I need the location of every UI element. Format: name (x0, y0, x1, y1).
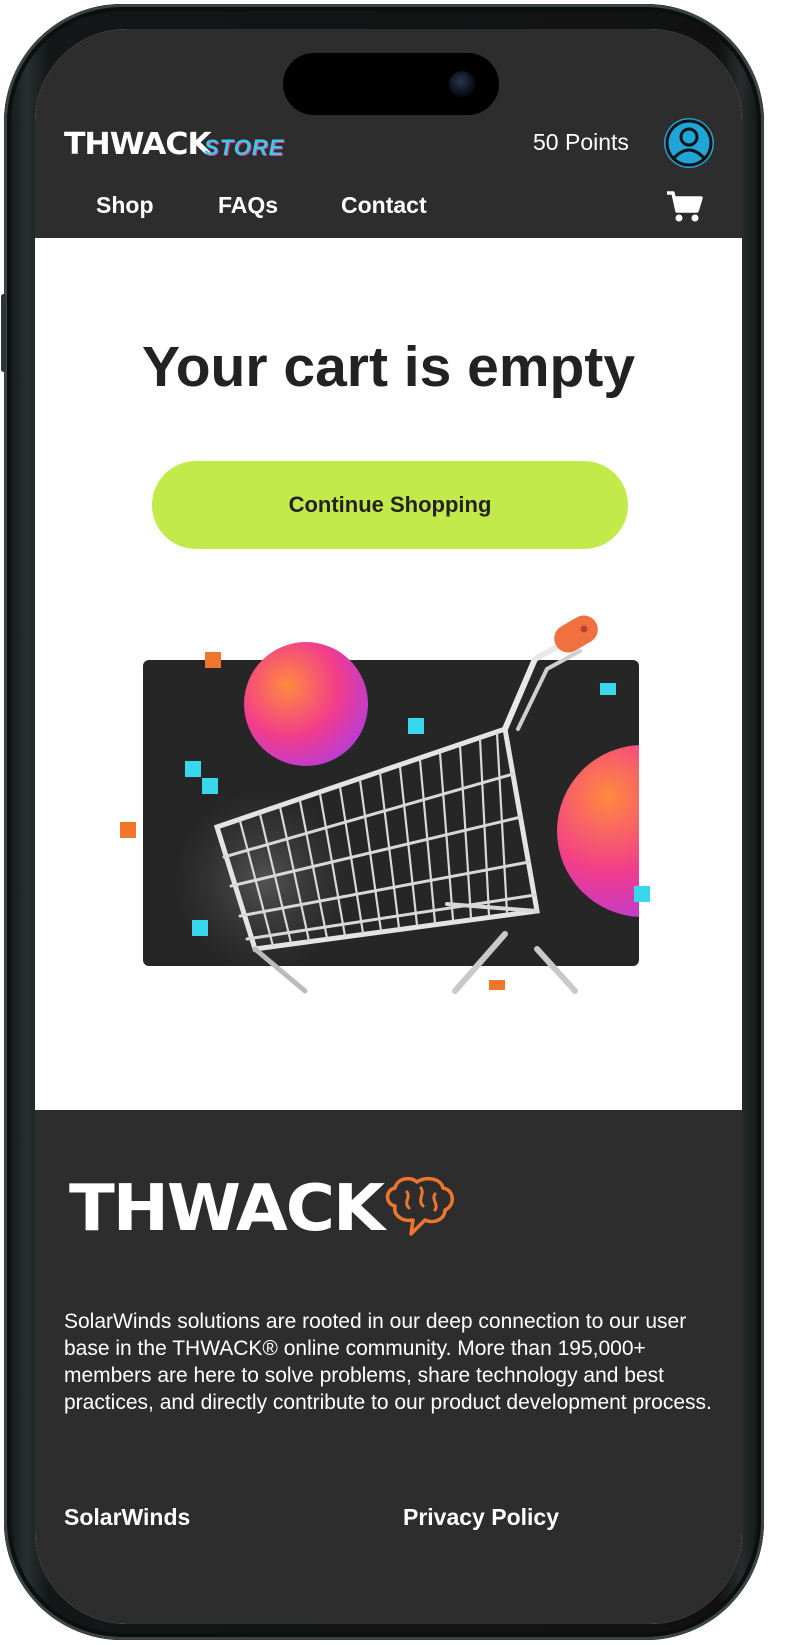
footer-logo[interactable]: THWACK (69, 1172, 454, 1246)
cart-handle (554, 615, 598, 653)
footer-link-solarwinds[interactable]: SolarWinds (64, 1504, 190, 1531)
nav-shop[interactable]: Shop (96, 192, 154, 219)
cart-icon[interactable] (665, 189, 705, 225)
gradient-sphere-top (244, 642, 368, 766)
logo-text: THWACK (64, 127, 212, 162)
logo-subtext: STORE (204, 135, 285, 160)
continue-shopping-button[interactable]: Continue Shopping (152, 461, 628, 549)
site-footer: THWACK SolarWinds solutions are rooted i… (35, 1110, 742, 1624)
empty-cart-illustration (35, 589, 742, 1039)
nav-faqs[interactable]: FAQs (218, 192, 278, 219)
page-title: Your cart is empty (141, 335, 636, 399)
user-avatar-glyph (665, 119, 713, 167)
nav-contact[interactable]: Contact (341, 192, 427, 219)
footer-description: SolarWinds solutions are rooted in our d… (64, 1310, 712, 1414)
camera-lens-icon (449, 71, 475, 97)
screen: THWACK STORE 50 Points Shop FAQs Contact (35, 29, 742, 1624)
user-icon[interactable] (664, 118, 714, 168)
dynamic-island (283, 53, 499, 115)
footer-link-privacy-policy[interactable]: Privacy Policy (403, 1504, 559, 1531)
points-balance[interactable]: 50 Points (533, 129, 629, 156)
phone-frame: THWACK STORE 50 Points Shop FAQs Contact (1, 4, 764, 1640)
store-logo[interactable]: THWACK STORE (64, 127, 283, 167)
side-button (1, 294, 6, 372)
brain-icon (385, 1176, 454, 1236)
footer-logo-text: THWACK (69, 1172, 385, 1246)
